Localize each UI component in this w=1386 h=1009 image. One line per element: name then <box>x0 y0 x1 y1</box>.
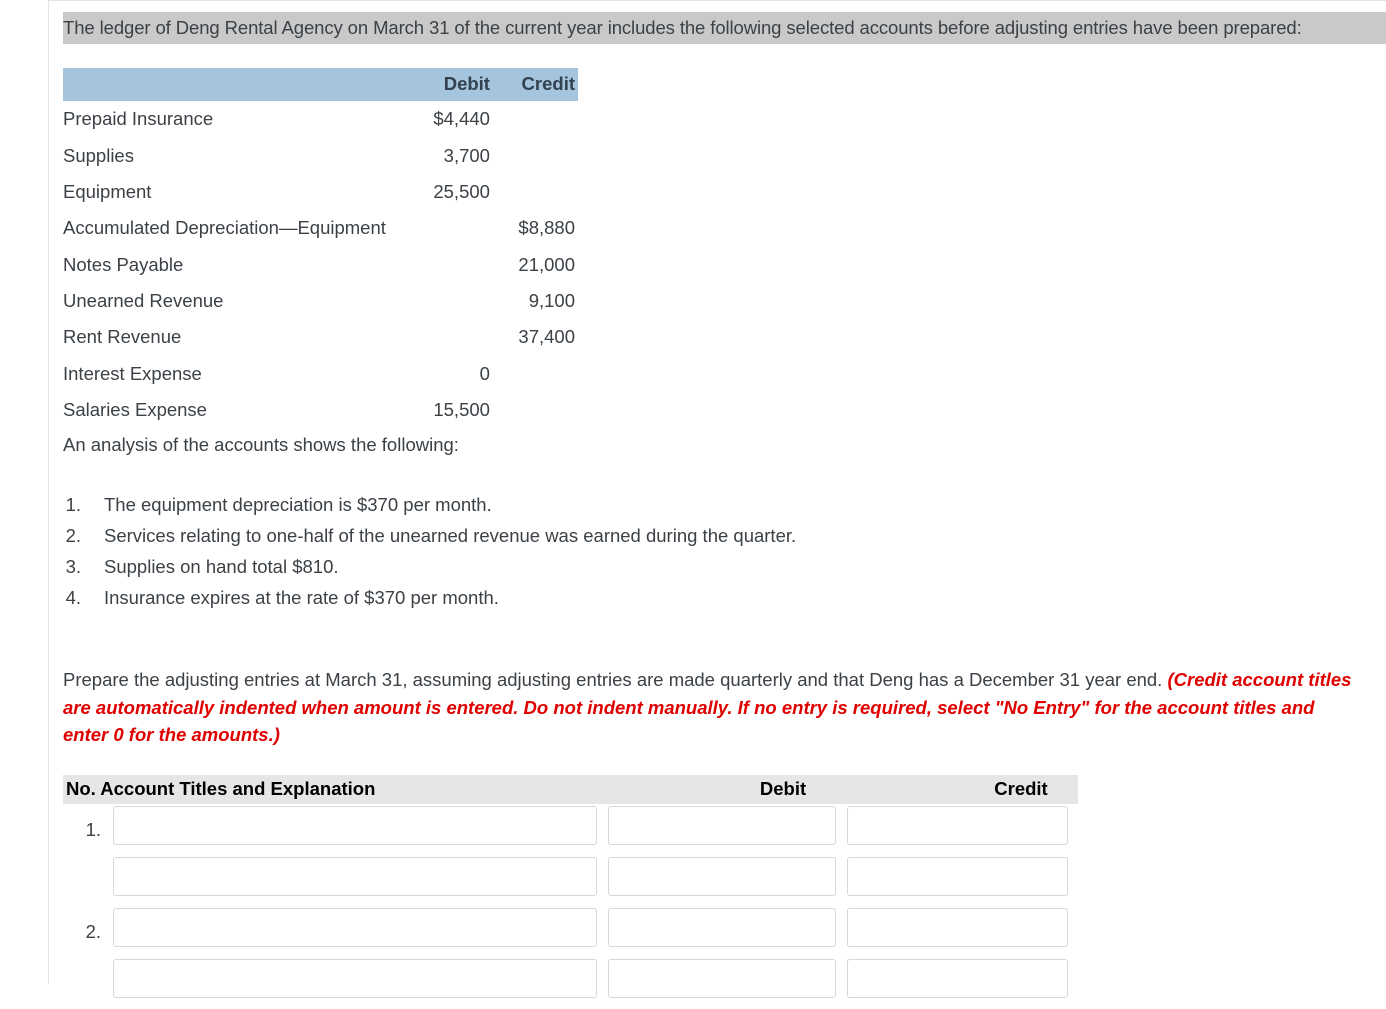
journal-row: 1. <box>63 806 1078 856</box>
ledger-credit: 37,400 <box>518 326 575 348</box>
list-item-number: 4. <box>65 587 81 608</box>
ledger-debit: 15,500 <box>433 399 490 421</box>
ledger-credit <box>504 137 578 173</box>
ledger-account: Salaries Expense <box>63 399 207 421</box>
credit-amount-input-2[interactable] <box>847 857 1068 896</box>
ledger-credit <box>504 356 578 392</box>
table-row: Supplies 3,700 <box>63 137 578 173</box>
table-row: Notes Payable 21,000 <box>63 247 578 283</box>
left-divider <box>48 0 49 984</box>
journal-row-number: 1. <box>85 819 101 840</box>
credit-amount-input-3[interactable] <box>847 908 1068 947</box>
ledger-debit <box>403 247 504 283</box>
ledger-account: Accumulated Depreciation—Equipment <box>63 217 386 239</box>
list-item: 4. Insurance expires at the rate of $370… <box>63 582 796 613</box>
ledger-debit: 0 <box>479 362 490 384</box>
account-title-input-4[interactable] <box>113 959 597 998</box>
debit-amount-input-1[interactable] <box>608 806 836 845</box>
analysis-list: 1. The equipment depreciation is $370 pe… <box>63 489 797 613</box>
account-title-input-3[interactable] <box>113 908 597 947</box>
ledger-credit: 9,100 <box>528 290 575 312</box>
analysis-intro-text: An analysis of the accounts shows the fo… <box>63 434 459 455</box>
list-item-text: Services relating to one-half of the une… <box>104 525 797 546</box>
debit-amount-input-2[interactable] <box>608 857 836 896</box>
ledger-credit: 21,000 <box>518 253 575 275</box>
ledger-debit <box>403 283 504 319</box>
ledger-debit: $4,440 <box>433 108 490 130</box>
ledger-account: Prepaid Insurance <box>63 108 214 130</box>
account-title-input-2[interactable] <box>113 857 597 896</box>
list-item: 3. Supplies on hand total $810. <box>63 551 796 582</box>
ledger-credit <box>504 101 578 137</box>
ledger-table: Debit Credit Prepaid Insurance $4,440 Su… <box>63 68 578 428</box>
list-item-number: 1. <box>65 494 81 515</box>
problem-page: The ledger of Deng Rental Agency on Marc… <box>0 0 1386 998</box>
table-row: Salaries Expense 15,500 <box>63 392 578 428</box>
ledger-col-account <box>63 68 404 101</box>
ledger-account: Rent Revenue <box>63 326 182 348</box>
table-row: Equipment 25,500 <box>63 174 578 210</box>
problem-intro-text: The ledger of Deng Rental Agency on Marc… <box>63 12 1386 44</box>
credit-amount-input-4[interactable] <box>847 959 1068 998</box>
ledger-account: Unearned Revenue <box>63 290 224 312</box>
ledger-account: Notes Payable <box>63 253 184 275</box>
ledger-account: Supplies <box>63 144 134 166</box>
list-item-number: 3. <box>65 556 81 577</box>
journal-row <box>63 959 1078 1009</box>
debit-amount-input-3[interactable] <box>608 908 836 947</box>
ledger-col-credit: Credit <box>503 68 578 101</box>
list-item-text: Insurance expires at the rate of $370 pe… <box>104 587 499 608</box>
account-title-input-1[interactable] <box>113 806 597 845</box>
list-item: 1. The equipment depreciation is $370 pe… <box>63 489 796 520</box>
journal-row <box>63 857 1078 907</box>
ledger-debit <box>403 210 504 246</box>
table-row: Rent Revenue 37,400 <box>63 319 578 355</box>
ledger-body: Prepaid Insurance $4,440 Supplies 3,700 … <box>63 101 578 428</box>
journal-col-credit: Credit <box>994 778 1048 799</box>
list-item: 2. Services relating to one-half of the … <box>63 520 797 551</box>
ledger-account: Equipment <box>63 180 152 202</box>
table-row: Unearned Revenue 9,100 <box>63 283 578 319</box>
table-row: Interest Expense 0 <box>63 356 578 392</box>
table-row: Accumulated Depreciation—Equipment $8,88… <box>63 210 578 246</box>
ledger-credit <box>504 174 578 210</box>
ledger-col-debit: Debit <box>403 68 504 101</box>
ledger-debit: 3,700 <box>443 144 490 166</box>
list-item-text: Supplies on hand total $810. <box>104 556 339 577</box>
ledger-credit <box>504 392 578 428</box>
ledger-debit: 25,500 <box>433 180 490 202</box>
journal-row-number: 2. <box>85 921 101 942</box>
list-item-number: 2. <box>65 525 81 546</box>
prepare-main-text: Prepare the adjusting entries at March 3… <box>63 669 1168 690</box>
journal-row: 2. <box>63 908 1078 958</box>
table-row: Prepaid Insurance $4,440 <box>63 101 578 137</box>
ledger-credit: $8,880 <box>518 217 575 239</box>
prepare-instructions: Prepare the adjusting entries at March 3… <box>63 666 1363 749</box>
list-item-text: The equipment depreciation is $370 per m… <box>104 494 492 515</box>
ledger-header-row: Debit Credit <box>63 68 578 101</box>
journal-table-header: No. Account Titles and Explanation Debit… <box>63 775 1078 804</box>
journal-col-debit: Debit <box>759 778 807 799</box>
top-divider <box>48 0 1386 1</box>
journal-col-titles: No. Account Titles and Explanation <box>66 778 376 799</box>
debit-amount-input-4[interactable] <box>608 959 836 998</box>
ledger-debit <box>403 319 504 355</box>
credit-amount-input-1[interactable] <box>847 806 1068 845</box>
ledger-account: Interest Expense <box>63 362 202 384</box>
